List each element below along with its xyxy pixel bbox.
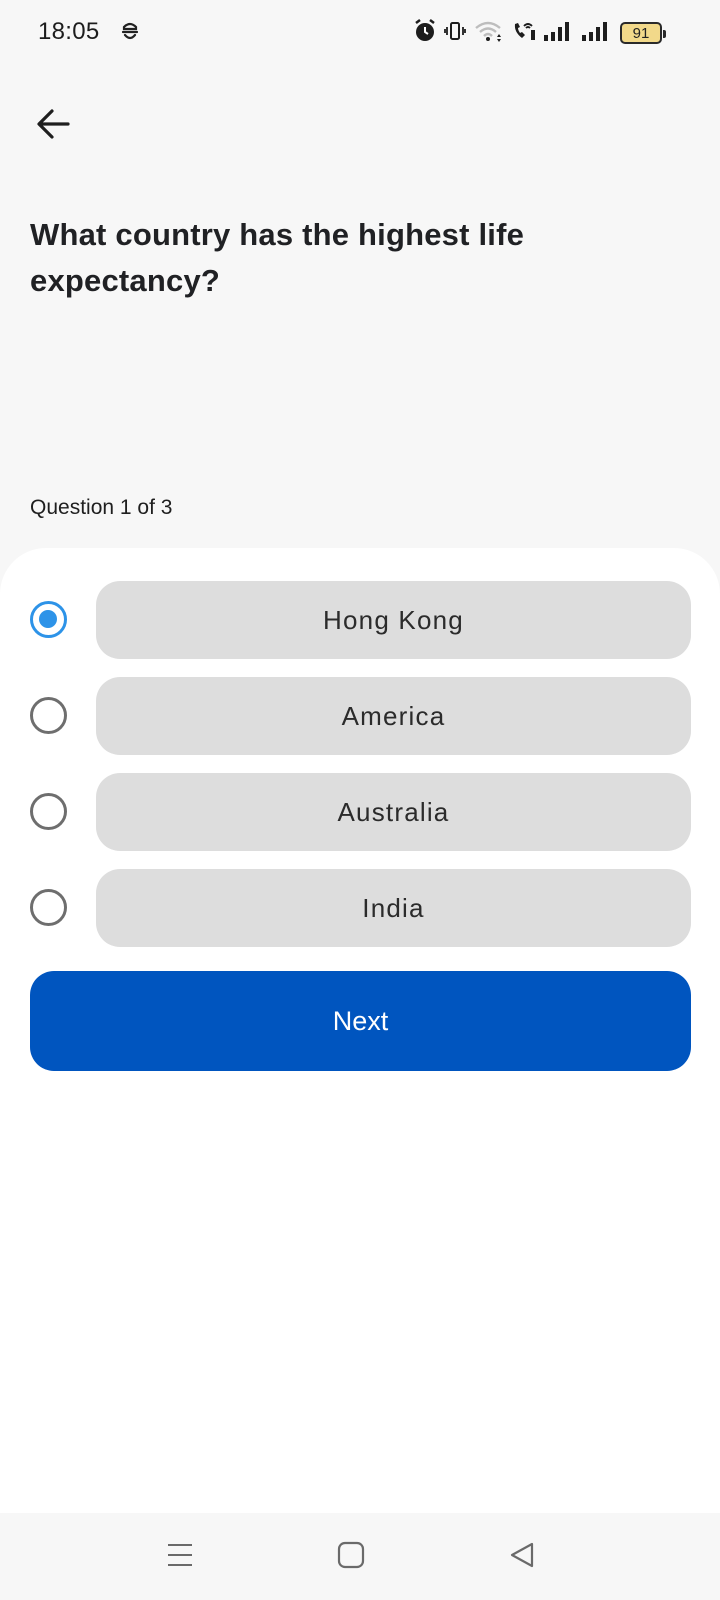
wifi-calling-icon bbox=[512, 20, 536, 47]
option-india[interactable]: India bbox=[96, 869, 691, 947]
battery-icon: 91 bbox=[620, 22, 666, 44]
option-america[interactable]: America bbox=[96, 677, 691, 755]
home-icon bbox=[337, 1541, 365, 1574]
home-button[interactable] bbox=[329, 1535, 373, 1579]
back-button[interactable] bbox=[30, 102, 78, 150]
arrow-left-icon bbox=[34, 104, 74, 149]
option-row: India bbox=[0, 869, 720, 947]
option-row: Hong Kong bbox=[0, 581, 720, 659]
signal-icon bbox=[582, 20, 612, 47]
navigation-bar bbox=[0, 1513, 720, 1600]
menu-icon bbox=[166, 1541, 194, 1574]
next-button[interactable]: Next bbox=[30, 971, 691, 1071]
back-triangle-icon bbox=[508, 1541, 536, 1574]
question-progress: Question 1 of 3 bbox=[30, 496, 173, 519]
status-bar: 18:05 91 bbox=[0, 0, 720, 66]
notification-icon bbox=[121, 21, 139, 48]
wifi-icon bbox=[474, 20, 504, 47]
vibrate-icon bbox=[444, 20, 466, 47]
radio-america[interactable] bbox=[30, 697, 67, 734]
radio-hong-kong[interactable] bbox=[30, 601, 67, 638]
status-icons: 91 bbox=[414, 18, 666, 48]
system-back-button[interactable] bbox=[500, 1535, 544, 1579]
option-row: Australia bbox=[0, 773, 720, 851]
status-time: 18:05 bbox=[38, 18, 100, 45]
question-text: What country has the highest life expect… bbox=[30, 217, 525, 298]
radio-india[interactable] bbox=[30, 889, 67, 926]
option-hong-kong[interactable]: Hong Kong bbox=[96, 581, 691, 659]
battery-level: 91 bbox=[632, 24, 650, 42]
option-australia[interactable]: Australia bbox=[96, 773, 691, 851]
signal-icon bbox=[544, 20, 574, 47]
recent-apps-button[interactable] bbox=[158, 1535, 202, 1579]
alarm-icon bbox=[414, 18, 436, 48]
option-row: America bbox=[0, 677, 720, 755]
radio-australia[interactable] bbox=[30, 793, 67, 830]
